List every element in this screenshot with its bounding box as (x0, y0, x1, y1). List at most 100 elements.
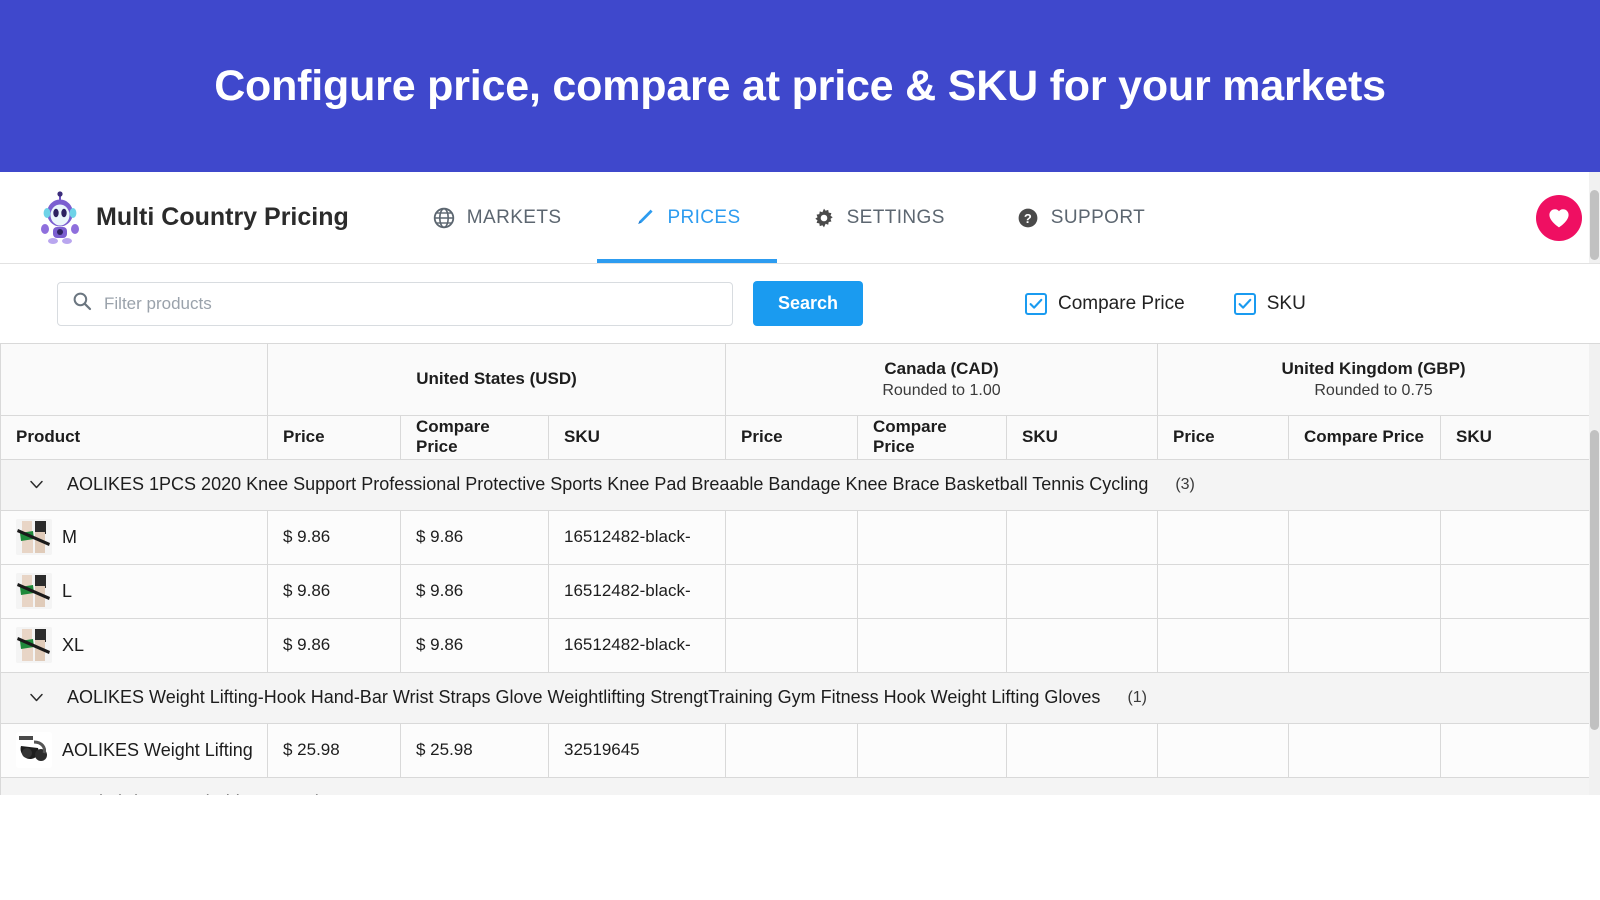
product-group-row[interactable]: AOLIKES 1PCS 2020 Knee Support Professio… (1, 459, 1590, 510)
cell-usd-sku[interactable]: 16512482-black- (549, 618, 726, 672)
table-scrollbar[interactable] (1589, 344, 1600, 795)
product-group-row[interactable]: AOLIKES Weight Lifting-Hook Hand-Bar Wri… (1, 672, 1590, 723)
value-usd-price: $ 9.86 (283, 581, 330, 600)
value-usd-sku: 32519645 (564, 740, 640, 759)
value-usd-compare: $ 9.86 (416, 635, 463, 654)
cell-usd-sku[interactable]: 16512482-black- (549, 510, 726, 564)
nav-item-prices[interactable]: PRICES (597, 172, 776, 263)
toggle-compare-price[interactable]: Compare Price (1025, 293, 1185, 315)
chevron-down-icon[interactable] (29, 690, 44, 705)
cell-usd-sku[interactable]: 32519645 (549, 723, 726, 777)
cell-cad-price[interactable] (726, 510, 858, 564)
cell-gbp-price[interactable] (1158, 510, 1289, 564)
search-button[interactable]: Search (753, 281, 863, 326)
nav-item-support[interactable]: ? SUPPORT (981, 172, 1181, 263)
market-header-uk: United Kingdom (GBP) Rounded to 0.75 (1158, 344, 1590, 415)
col-us-compare: Compare Price (401, 415, 549, 459)
cell-usd-price[interactable]: $ 9.86 (268, 510, 401, 564)
check-icon (1029, 298, 1043, 310)
nav-label-prices: PRICES (667, 207, 740, 229)
product-group-count: (20) (349, 794, 377, 796)
label-compare-price: Compare Price (1058, 293, 1185, 315)
cell-usd-compare[interactable]: $ 9.86 (401, 564, 549, 618)
nav-item-markets[interactable]: MARKETS (397, 172, 598, 263)
table-scrollbar-thumb[interactable] (1590, 430, 1599, 730)
product-thumbnail-icon (16, 627, 52, 663)
toggle-sku[interactable]: SKU (1234, 293, 1306, 315)
robot-avatar-icon (38, 191, 82, 245)
chevron-down-icon[interactable] (29, 477, 44, 492)
cell-gbp-price[interactable] (1158, 723, 1289, 777)
app-navigation-bar: Multi Country Pricing MARKETS (0, 172, 1600, 264)
search-input[interactable]: Filter products (57, 282, 733, 326)
cell-usd-price[interactable]: $ 9.86 (268, 618, 401, 672)
cell-gbp-price[interactable] (1158, 618, 1289, 672)
search-input-placeholder: Filter products (104, 294, 212, 314)
cell-cad-price[interactable] (726, 618, 858, 672)
cell-cad-sku[interactable] (1007, 723, 1158, 777)
product-group-cell[interactable]: AOLIKES 1PCS 2020 Knee Support Professio… (1, 459, 1590, 510)
cell-cad-sku[interactable] (1007, 564, 1158, 618)
value-usd-compare: $ 9.86 (416, 527, 463, 546)
market-name-uk: United Kingdom (GBP) (1281, 359, 1465, 378)
cell-gbp-compare[interactable] (1289, 618, 1441, 672)
product-group-count: (1) (1127, 689, 1147, 707)
col-product: Product (1, 415, 268, 459)
cell-cad-compare[interactable] (858, 564, 1007, 618)
variant-label: M (62, 527, 77, 548)
banner-title: Configure price, compare at price & SKU … (214, 62, 1386, 111)
nav-label-settings: SETTINGS (847, 207, 945, 229)
cell-cad-compare[interactable] (858, 618, 1007, 672)
value-usd-compare: $ 25.98 (416, 740, 473, 759)
market-name-us: United States (USD) (416, 369, 577, 388)
cell-cad-sku[interactable] (1007, 510, 1158, 564)
variant-row[interactable]: L$ 9.86$ 9.8616512482-black- (1, 564, 1590, 618)
favorite-heart-button[interactable] (1536, 195, 1582, 241)
cell-gbp-compare[interactable] (1289, 723, 1441, 777)
variant-row[interactable]: AOLIKES Weight Lifting-H$ 25.98$ 25.9832… (1, 723, 1590, 777)
col-uk-compare: Compare Price (1289, 415, 1441, 459)
value-usd-sku: 16512482-black- (564, 527, 691, 546)
cell-usd-price[interactable]: $ 9.86 (268, 564, 401, 618)
cell-cad-compare[interactable] (858, 723, 1007, 777)
variant-product-cell: M (1, 510, 268, 564)
page-scrollbar[interactable] (1589, 172, 1600, 263)
variant-product-cell: XL (1, 618, 268, 672)
market-header-row: United States (USD) Canada (CAD) Rounded… (1, 344, 1590, 415)
check-icon (1238, 298, 1252, 310)
product-group-cell[interactable]: AOLIKES Weight Lifting-Hook Hand-Bar Wri… (1, 672, 1590, 723)
cell-usd-compare[interactable]: $ 9.86 (401, 510, 549, 564)
variant-row[interactable]: XL $ 9.86 $ 9.86 16512482-black- (1, 618, 1590, 672)
product-group-title: AOLIKES Weight Lifting-Hook Hand-Bar Wri… (67, 687, 1100, 708)
value-usd-price: $ 25.98 (283, 740, 340, 759)
product-group-row[interactable]: Apple iPhone 11 (White, 64 GB)(20) (1, 777, 1590, 795)
market-rounding-uk: Rounded to 0.75 (1166, 382, 1581, 400)
cell-gbp-sku[interactable] (1441, 723, 1590, 777)
cell-gbp-sku[interactable] (1441, 564, 1590, 618)
table-body: AOLIKES 1PCS 2020 Knee Support Professio… (1, 459, 1590, 795)
value-usd-sku: 16512482-black- (564, 635, 691, 654)
product-thumbnail-icon (16, 573, 52, 609)
cell-usd-price[interactable]: $ 25.98 (268, 723, 401, 777)
variant-row[interactable]: M $ 9.86 $ 9.86 16512482-black- (1, 510, 1590, 564)
cell-gbp-sku[interactable] (1441, 618, 1590, 672)
cell-gbp-compare[interactable] (1289, 564, 1441, 618)
page-scrollbar-thumb[interactable] (1590, 190, 1599, 260)
cell-cad-price[interactable] (726, 564, 858, 618)
cell-gbp-price[interactable] (1158, 564, 1289, 618)
cell-usd-compare[interactable]: $ 9.86 (401, 618, 549, 672)
cell-gbp-sku[interactable] (1441, 510, 1590, 564)
cell-usd-sku[interactable]: 16512482-black- (549, 564, 726, 618)
variant-label: L (62, 581, 72, 602)
cell-cad-price[interactable] (726, 723, 858, 777)
variant-label: XL (62, 635, 84, 656)
checkbox-sku[interactable] (1234, 293, 1256, 315)
cell-cad-compare[interactable] (858, 510, 1007, 564)
nav-item-settings[interactable]: SETTINGS (777, 172, 981, 263)
product-group-cell[interactable]: Apple iPhone 11 (White, 64 GB)(20) (1, 777, 1590, 795)
checkbox-compare-price[interactable] (1025, 293, 1047, 315)
cell-gbp-compare[interactable] (1289, 510, 1441, 564)
cell-cad-sku[interactable] (1007, 618, 1158, 672)
cell-usd-compare[interactable]: $ 25.98 (401, 723, 549, 777)
column-toggles: Compare Price SKU (1025, 293, 1306, 315)
